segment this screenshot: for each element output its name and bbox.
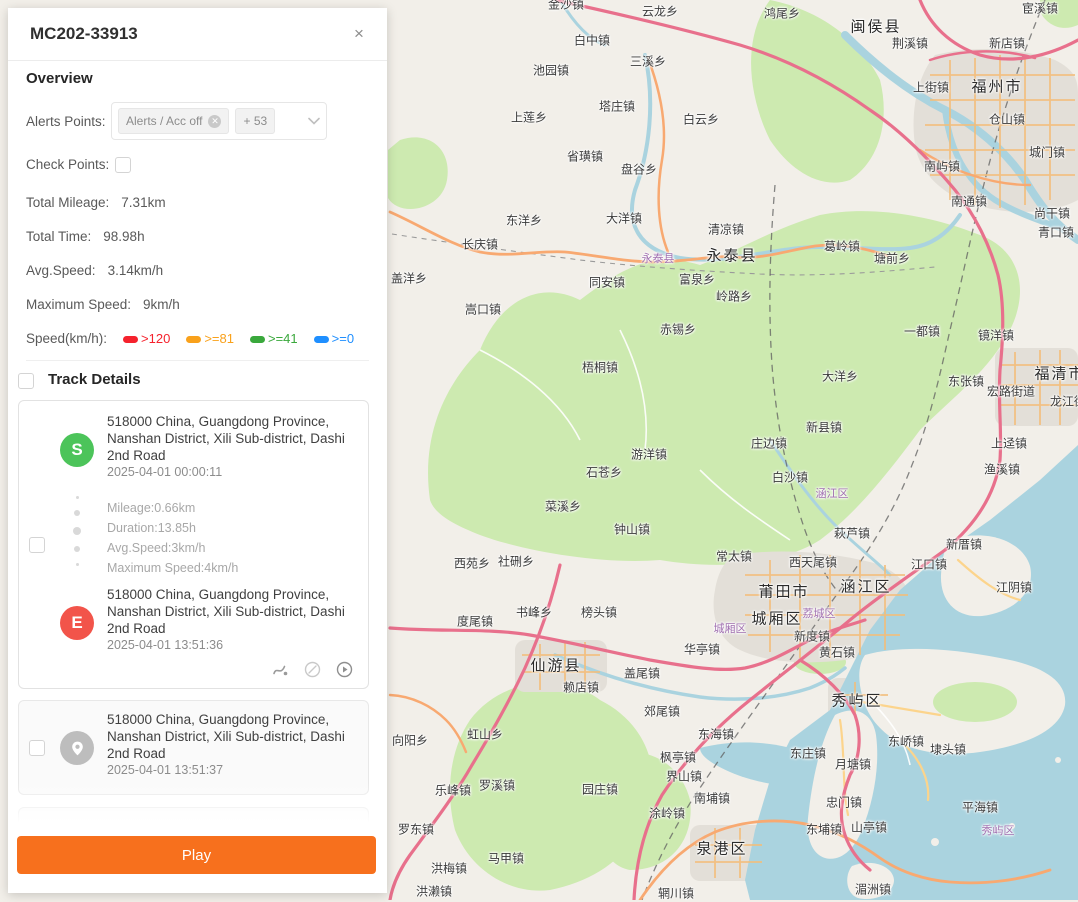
stat-value: 3.14km/h bbox=[108, 263, 164, 278]
end-address: 518000 China, Guangdong Province, Nansha… bbox=[107, 586, 357, 637]
end-time: 2025-04-01 13:51:36 bbox=[107, 638, 223, 652]
next-card-peek bbox=[18, 807, 369, 823]
speed-legend-item: >=81 bbox=[186, 329, 234, 349]
speed-swatch bbox=[123, 336, 138, 343]
check-points-label: Check Points: bbox=[26, 155, 109, 175]
speed-legend-label: Speed(km/h): bbox=[26, 329, 107, 349]
metric-line: Duration:13.85h bbox=[107, 518, 238, 538]
speed-legend-item: >=0 bbox=[314, 329, 354, 349]
stat-row: Avg.Speed: 3.14km/h bbox=[26, 261, 163, 281]
close-icon[interactable]: × bbox=[349, 24, 369, 44]
panel-header: MC202-33913 × bbox=[8, 8, 387, 61]
segment-checkbox[interactable] bbox=[29, 537, 45, 553]
speed-swatch bbox=[314, 336, 329, 343]
alerts-more-tag: + 53 bbox=[235, 108, 275, 134]
route-icon[interactable] bbox=[271, 660, 290, 679]
metric-line: Maximum Speed:4km/h bbox=[107, 558, 238, 578]
location-pin-icon bbox=[60, 731, 94, 765]
start-address: 518000 China, Guangdong Province, Nansha… bbox=[107, 413, 357, 464]
metric-line: Mileage:0.66km bbox=[107, 498, 238, 518]
track-segment-card[interactable]: S 518000 China, Guangdong Province, Nans… bbox=[18, 400, 369, 689]
speed-swatch bbox=[250, 336, 265, 343]
speed-range-text: >=81 bbox=[204, 329, 234, 349]
tag-remove-icon[interactable]: ✕ bbox=[208, 115, 221, 128]
panel-title: MC202-33913 bbox=[30, 8, 138, 60]
speed-range-text: >120 bbox=[141, 329, 170, 349]
alerts-tag: Alerts / Acc off ✕ bbox=[118, 108, 229, 134]
stat-row: Total Time: 98.98h bbox=[26, 227, 145, 247]
end-marker: E bbox=[60, 606, 94, 640]
check-points-checkbox[interactable] bbox=[115, 157, 131, 173]
speed-legend: Speed(km/h): >120 >=81 >=41 >=0 bbox=[26, 329, 354, 349]
speed-swatch bbox=[186, 336, 201, 343]
track-panel: MC202-33913 × Overview Alerts Points: Al… bbox=[8, 8, 387, 893]
metric-line: Avg.Speed:3km/h bbox=[107, 538, 238, 558]
stat-value: 9km/h bbox=[143, 297, 180, 312]
alerts-points-label: Alerts Points: bbox=[26, 112, 106, 132]
stat-row: Total Mileage: 7.31km bbox=[26, 193, 166, 213]
segment-actions bbox=[271, 660, 354, 679]
timeline-dots bbox=[72, 496, 82, 566]
stat-label: Total Mileage: bbox=[26, 195, 109, 210]
track-details-heading: Track Details bbox=[48, 371, 141, 388]
point-address: 518000 China, Guangdong Province, Nansha… bbox=[107, 711, 357, 762]
stat-label: Avg.Speed: bbox=[26, 263, 96, 278]
compass-icon[interactable] bbox=[303, 660, 322, 679]
speed-legend-item: >120 bbox=[123, 329, 170, 349]
stat-value: 7.31km bbox=[121, 195, 165, 210]
alerts-points-select[interactable]: Alerts / Acc off ✕ + 53 bbox=[111, 102, 327, 140]
start-marker: S bbox=[60, 433, 94, 467]
point-time: 2025-04-01 13:51:37 bbox=[107, 763, 223, 777]
overview-heading: Overview bbox=[26, 70, 93, 87]
stat-row: Maximum Speed: 9km/h bbox=[26, 295, 180, 315]
speed-legend-item: >=41 bbox=[250, 329, 298, 349]
speed-range-text: >=0 bbox=[332, 329, 354, 349]
speed-range-text: >=41 bbox=[268, 329, 298, 349]
play-circle-icon[interactable] bbox=[335, 660, 354, 679]
stat-label: Total Time: bbox=[26, 229, 91, 244]
segment-metrics: Mileage:0.66kmDuration:13.85hAvg.Speed:3… bbox=[107, 498, 238, 578]
start-time: 2025-04-01 00:00:11 bbox=[107, 465, 222, 479]
stat-value: 98.98h bbox=[103, 229, 144, 244]
chevron-down-icon[interactable] bbox=[308, 117, 320, 125]
point-checkbox[interactable] bbox=[29, 740, 45, 756]
alerts-tag-label: Alerts / Acc off bbox=[126, 114, 202, 128]
track-point-card[interactable]: 518000 China, Guangdong Province, Nansha… bbox=[18, 700, 369, 795]
section-divider bbox=[26, 360, 369, 361]
play-button[interactable]: Play bbox=[17, 836, 376, 874]
stat-label: Maximum Speed: bbox=[26, 297, 131, 312]
track-details-checkbox[interactable] bbox=[18, 373, 34, 389]
